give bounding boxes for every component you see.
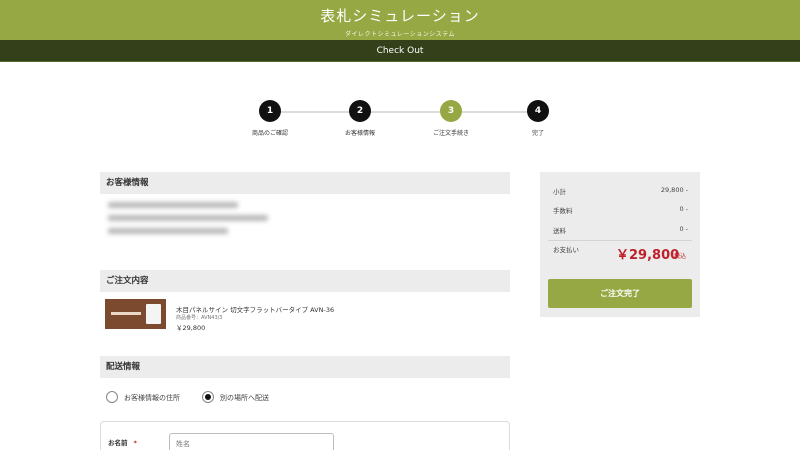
total-price: ￥29,800: [616, 248, 680, 263]
step-1-number: 1: [259, 100, 281, 122]
name-field-label: お名前 *: [108, 437, 137, 447]
step-4-number: 4: [527, 100, 549, 122]
step-2: 2 お客様情報: [315, 100, 405, 137]
subtotal-row: 小計 29,800 -: [553, 186, 688, 196]
step-1: 1 商品のご確認: [225, 100, 315, 137]
step-3: 3 ご注文手続き: [406, 100, 496, 137]
shipping-fee-value: 0 -: [679, 225, 688, 233]
thumbnail-card: [146, 304, 161, 324]
thumbnail-plate: [111, 312, 141, 315]
step-4: 4 完了: [493, 100, 583, 137]
progress-steps: 1 商品のご確認 2 お客様情報 3 ご注文手続き 4 完了: [0, 100, 800, 140]
site-title: 表札シミュレーション: [320, 7, 480, 25]
radio-other-address-label[interactable]: 別の場所へ配送: [220, 393, 269, 403]
name-label-text: お名前: [108, 439, 128, 447]
step-1-label: 商品のご確認: [251, 130, 288, 137]
step-2-number: 2: [349, 100, 371, 122]
total-label: お支払い: [553, 246, 579, 254]
section-shipping-heading: 配送情報: [100, 356, 510, 378]
tax-included-note: 税込: [674, 253, 687, 260]
fee-value: 0 -: [679, 205, 688, 213]
section-customer-heading: お客様情報: [100, 172, 510, 194]
fee-row: 手数料 0 -: [553, 205, 688, 215]
shipping-fee-row: 送料 0 -: [553, 225, 688, 235]
step-2-label: お客様情報: [344, 130, 375, 137]
customer-info-redacted: [108, 202, 268, 244]
product-thumbnail: [105, 299, 166, 329]
step-4-label: 完了: [531, 130, 544, 137]
complete-order-button[interactable]: ご注文完了: [548, 279, 692, 308]
product-code: 商品番号：AVN43/3: [176, 315, 223, 321]
radio-same-address-label[interactable]: お客様情報の住所: [124, 393, 180, 403]
step-3-number: 3: [440, 100, 462, 122]
subtotal-label: 小計: [553, 188, 566, 196]
product-name: 木目パネルサイン 切文字フラットバータイプ AVN-36: [176, 306, 335, 314]
product-price: ￥29,800: [176, 324, 206, 332]
radio-same-address[interactable]: [106, 391, 118, 403]
section-order-heading: ご注文内容: [100, 270, 510, 292]
site-header: 表札シミュレーション ダイレクトシミュレーションシステム: [0, 0, 800, 40]
summary-divider: [548, 240, 692, 241]
subtotal-value: 29,800 -: [660, 186, 688, 194]
fee-label: 手数料: [553, 207, 573, 215]
site-subtitle: ダイレクトシミュレーションシステム: [344, 31, 456, 38]
checkout-bar: Check Out: [0, 40, 800, 62]
shipping-fee-label: 送料: [553, 227, 566, 235]
radio-other-address[interactable]: [202, 391, 214, 403]
required-mark: *: [133, 439, 137, 447]
step-3-label: ご注文手続き: [432, 130, 469, 137]
name-input[interactable]: [169, 433, 334, 450]
